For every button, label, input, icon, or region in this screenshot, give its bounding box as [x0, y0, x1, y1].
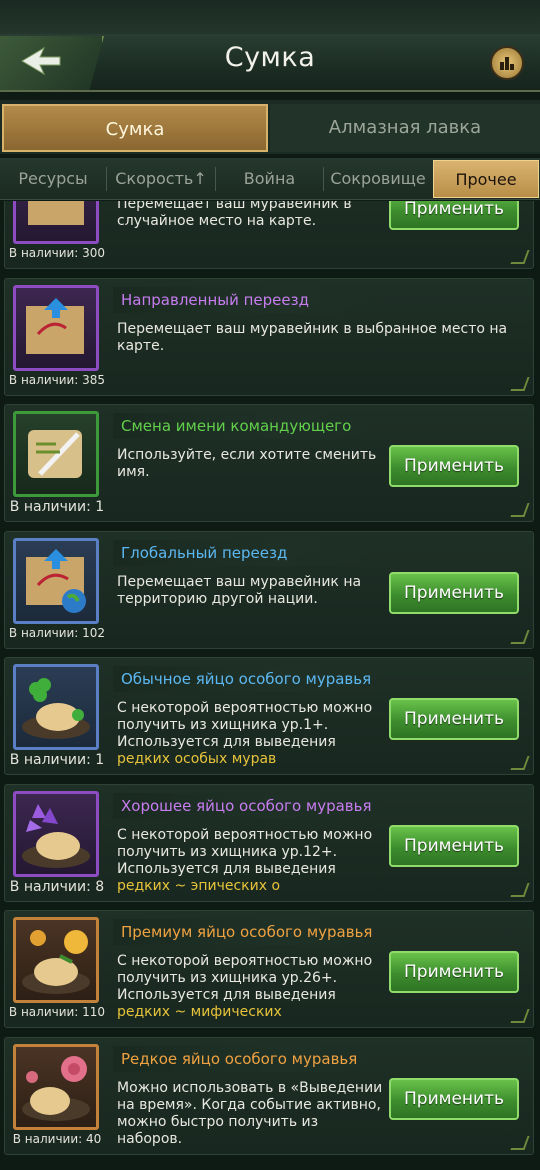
bar-chart-icon — [500, 57, 514, 70]
item-card-premium-egg: В наличии: 110 Премиум яйцо особого мура… — [4, 910, 534, 1028]
item-card-common-egg: В наличии: 1 Обычное яйцо особого муравь… — [4, 657, 534, 775]
stock-count: В наличии: 1 — [9, 499, 105, 515]
item-name: Обычное яйцо особого муравья — [113, 666, 383, 692]
item-description: Можно использовать в «Выведении на время… — [117, 1080, 383, 1147]
apply-button[interactable]: Применить — [389, 951, 519, 993]
apply-button[interactable]: Применить — [389, 201, 519, 230]
item-card-rename-commander: В наличии: 1 Смена имени командующего Ис… — [4, 404, 534, 522]
pink-flower-egg-icon — [13, 1044, 99, 1130]
tab-war[interactable]: Война — [216, 160, 323, 198]
item-name: Смена имени командующего — [113, 413, 383, 439]
apply-button[interactable]: Применить — [389, 1078, 519, 1120]
rarity-highlight: редких ~ мифических — [117, 1004, 282, 1020]
global-relocation-map-icon — [13, 538, 99, 624]
rose-egg-icon — [13, 917, 99, 1003]
item-description: Перемещает ваш муравейник в случайное ме… — [117, 201, 352, 229]
item-card-global-relocation: В наличии: 102 Глобальный переезд Переме… — [4, 531, 534, 649]
stock-count: В наличии: 385 — [8, 373, 106, 387]
item-card-random-relocation: В наличии: 300 Перемещает ваш муравейник… — [4, 201, 534, 269]
apply-button[interactable]: Применить — [389, 572, 519, 614]
item-description: С некоторой вероятностью можно получить … — [117, 827, 373, 894]
stock-count: В наличии: 300 — [8, 246, 106, 260]
rarity-highlight: редких особых мурав — [117, 751, 277, 767]
item-card-rare-egg: В наличии: 40 Редкое яйцо особого муравь… — [4, 1037, 534, 1155]
item-card-good-egg: В наличии: 8 Хорошее яйцо особого муравь… — [4, 784, 534, 902]
apply-button[interactable]: Применить — [389, 698, 519, 740]
apply-button[interactable]: Применить — [389, 825, 519, 867]
tab-diamond-shop[interactable]: Алмазная лавка — [270, 104, 540, 152]
tab-other[interactable]: Прочее — [433, 160, 539, 198]
tab-treasure[interactable]: Сокровище — [324, 160, 432, 198]
scroll-quill-icon — [13, 411, 99, 497]
item-card-targeted-relocation: В наличии: 385 Направленный переезд Пере… — [4, 278, 534, 396]
item-description: Используйте, если хотите сменить имя. — [117, 447, 377, 480]
item-description: С некоторой вероятностью можно получить … — [117, 953, 373, 1020]
apply-button[interactable]: Применить — [389, 445, 519, 487]
map-icon — [13, 201, 99, 244]
top-bar — [0, 0, 540, 34]
stock-count: В наличии: 110 — [8, 1005, 106, 1019]
page-title: Сумка — [224, 42, 316, 73]
item-name: Глобальный переезд — [113, 540, 383, 566]
clover-egg-icon — [13, 664, 99, 750]
stock-count: В наличии: 8 — [9, 879, 105, 895]
stats-button[interactable] — [490, 46, 524, 80]
stock-count: В наличии: 1 — [9, 752, 105, 768]
item-description: Перемещает ваш муравейник в выбранное ме… — [117, 321, 508, 354]
item-name: Направленный переезд — [113, 287, 383, 313]
stock-count: В наличии: 102 — [8, 626, 106, 640]
item-list[interactable]: В наличии: 300 Перемещает ваш муравейник… — [0, 201, 540, 1170]
item-name: Редкое яйцо особого муравья — [113, 1046, 383, 1072]
item-description: Перемещает ваш муравейник на территорию … — [117, 574, 362, 607]
tab-speed[interactable]: Скорость↑ — [107, 160, 215, 198]
stock-count: В наличии: 40 — [12, 1132, 102, 1146]
tab-resources[interactable]: Ресурсы — [0, 160, 106, 198]
rarity-highlight: редких ~ эпических о — [117, 878, 281, 894]
violet-egg-icon — [13, 791, 99, 877]
tab-bag[interactable]: Сумка — [2, 104, 268, 152]
item-name: Хорошее яйцо особого муравья — [113, 793, 383, 819]
item-name: Премиум яйцо особого муравья — [113, 919, 383, 945]
item-description: С некоторой вероятностью можно получить … — [117, 700, 373, 767]
targeted-relocation-map-icon — [13, 285, 99, 371]
